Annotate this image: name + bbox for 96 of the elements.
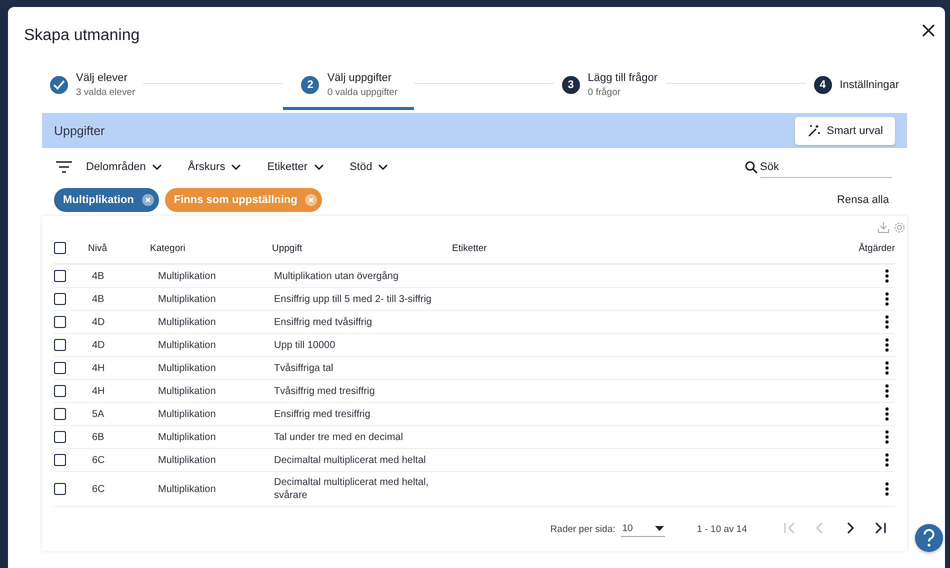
table-cell-text: Multiplikation utan övergång	[274, 270, 400, 284]
magic-wand-icon	[806, 124, 821, 138]
more-icon[interactable]	[885, 482, 889, 496]
table-cell-text: Tal under tre med en decimal	[274, 430, 404, 444]
step-title: Välj uppgifter	[327, 72, 393, 84]
more-icon[interactable]	[885, 315, 889, 329]
column-header: Kategori	[150, 242, 186, 254]
filter-dropdown[interactable]: Årskurs	[188, 161, 242, 173]
checkbox[interactable]	[54, 242, 66, 254]
checkbox[interactable]	[54, 270, 66, 282]
step-badge: 2	[301, 76, 320, 94]
more-icon[interactable]	[885, 292, 889, 306]
table-cell-text: 5A	[91, 408, 106, 422]
step-tab[interactable]: 4 Inställningar	[806, 62, 908, 110]
table-cell-text: Multiplikation	[157, 270, 217, 284]
more-icon[interactable]	[885, 407, 889, 421]
table-cell-text: Multiplikation	[157, 338, 217, 352]
more-icon[interactable]	[885, 361, 889, 375]
step-badge: 3	[562, 76, 580, 94]
filter-chip[interactable]: Multiplikation	[54, 188, 159, 212]
checkbox[interactable]	[54, 483, 66, 495]
table-cell-text: Multiplikation	[157, 316, 217, 330]
search-icon	[745, 160, 758, 174]
step-tab[interactable]: 3 Lägg till frågor 0 frågor	[554, 62, 666, 110]
table-cell-text: Multiplikation	[157, 292, 217, 306]
caret-icon	[654, 526, 664, 531]
step-title: Välj elever	[76, 72, 128, 84]
checkbox[interactable]	[54, 293, 66, 305]
table-cell-text: Ensiffrig med tvåsiffrig	[274, 316, 374, 330]
column-header: Åtgärder	[858, 242, 895, 254]
remove-icon[interactable]	[142, 194, 154, 206]
clear-all-button[interactable]: Rensa alla	[831, 193, 895, 207]
step-title: Lägg till frågor	[588, 72, 658, 84]
question-mark-icon	[921, 527, 937, 549]
table-cell-text: 4H	[91, 384, 106, 398]
table-cell-text: Multiplikation	[157, 384, 217, 398]
table-cell-text: 6C	[91, 454, 106, 468]
table-cell-text: Decimaltal multiplicerat med heltal	[274, 454, 427, 468]
checkbox[interactable]	[54, 339, 66, 351]
dialog-title: Skapa utmaning	[24, 27, 140, 45]
step-subtitle: 0 valda uppgifter	[327, 86, 398, 98]
table-cell-text: Multiplikation	[157, 430, 217, 444]
table-cell-text: 4D	[91, 338, 106, 352]
checkbox[interactable]	[54, 408, 66, 420]
more-icon[interactable]	[885, 338, 889, 352]
chevron-down-icon	[152, 164, 162, 170]
table-cell-text: 4D	[91, 316, 106, 330]
chevron-down-icon	[314, 164, 324, 170]
help-button[interactable]	[915, 524, 943, 552]
chevron-down-icon	[231, 164, 242, 170]
table-cell-text: 4B	[91, 292, 106, 306]
table-cell-text: 6B	[91, 430, 106, 444]
table-cell-text: Multiplikation	[157, 482, 217, 496]
step-subtitle: 3 valda elever	[76, 86, 136, 98]
close-icon[interactable]	[922, 24, 935, 36]
first-arrow-icon	[783, 520, 797, 534]
rows-per-page-select[interactable]: 10	[621, 521, 665, 537]
table-cell-text: Tvåsiffriga tal	[274, 362, 334, 376]
more-icon[interactable]	[885, 430, 889, 444]
page-range: 1 - 10 av 14	[696, 524, 747, 534]
panel-title: Uppgifter	[54, 124, 105, 138]
filter-icon[interactable]	[56, 161, 72, 173]
checkbox[interactable]	[54, 362, 66, 374]
table-cell-text: Ensiffrig med tresiffrig	[274, 408, 372, 422]
table-cell-text: Multiplikation	[157, 362, 217, 376]
table-cell-text: Multiplikation	[157, 408, 217, 422]
more-icon[interactable]	[885, 453, 889, 467]
last-arrow-icon	[873, 520, 887, 534]
rows-per-page-label: Rader per sida:	[550, 524, 616, 534]
checkbox[interactable]	[54, 454, 66, 466]
table-cell-text: 6C	[91, 482, 106, 496]
table-cell-text: Tvåsiffrig med tresiffrig	[274, 384, 376, 398]
step-badge: 4	[814, 76, 832, 94]
table-cell-text: Decimaltal multiplicerat med heltal, svårare	[274, 476, 430, 503]
step-tab[interactable]: Välj elever 3 valda elever	[42, 62, 144, 110]
table-cell-text: Multiplikation	[157, 454, 217, 468]
checkbox[interactable]	[54, 431, 66, 443]
step-tab[interactable]: 2 Välj uppgifter 0 valda uppgifter	[283, 62, 414, 110]
column-header: Etiketter	[452, 242, 488, 254]
more-icon[interactable]	[885, 269, 889, 283]
filter-dropdown[interactable]: Stöd	[350, 161, 388, 173]
table-cell-text: Upp till 10000	[274, 338, 336, 352]
step-subtitle: 0 frågor	[588, 86, 622, 98]
column-header: Uppgift	[272, 242, 304, 254]
filter-dropdown[interactable]: Etiketter	[267, 161, 324, 173]
table-cell-text: 4B	[91, 270, 106, 284]
chevron-down-icon	[378, 164, 388, 170]
more-icon[interactable]	[885, 384, 889, 398]
filter-dropdown[interactable]: Delområden	[86, 161, 162, 173]
step-title: Inställningar	[840, 78, 900, 90]
checkbox[interactable]	[54, 316, 66, 328]
smart-selection-button[interactable]: Smart urval	[794, 116, 895, 144]
column-header: Nivå	[87, 242, 108, 254]
table-cell-text: 4H	[91, 362, 106, 376]
checkbox[interactable]	[54, 385, 66, 397]
table-cell-text: Ensiffrig upp till 5 med 2- till 3-siffrig	[274, 292, 432, 306]
